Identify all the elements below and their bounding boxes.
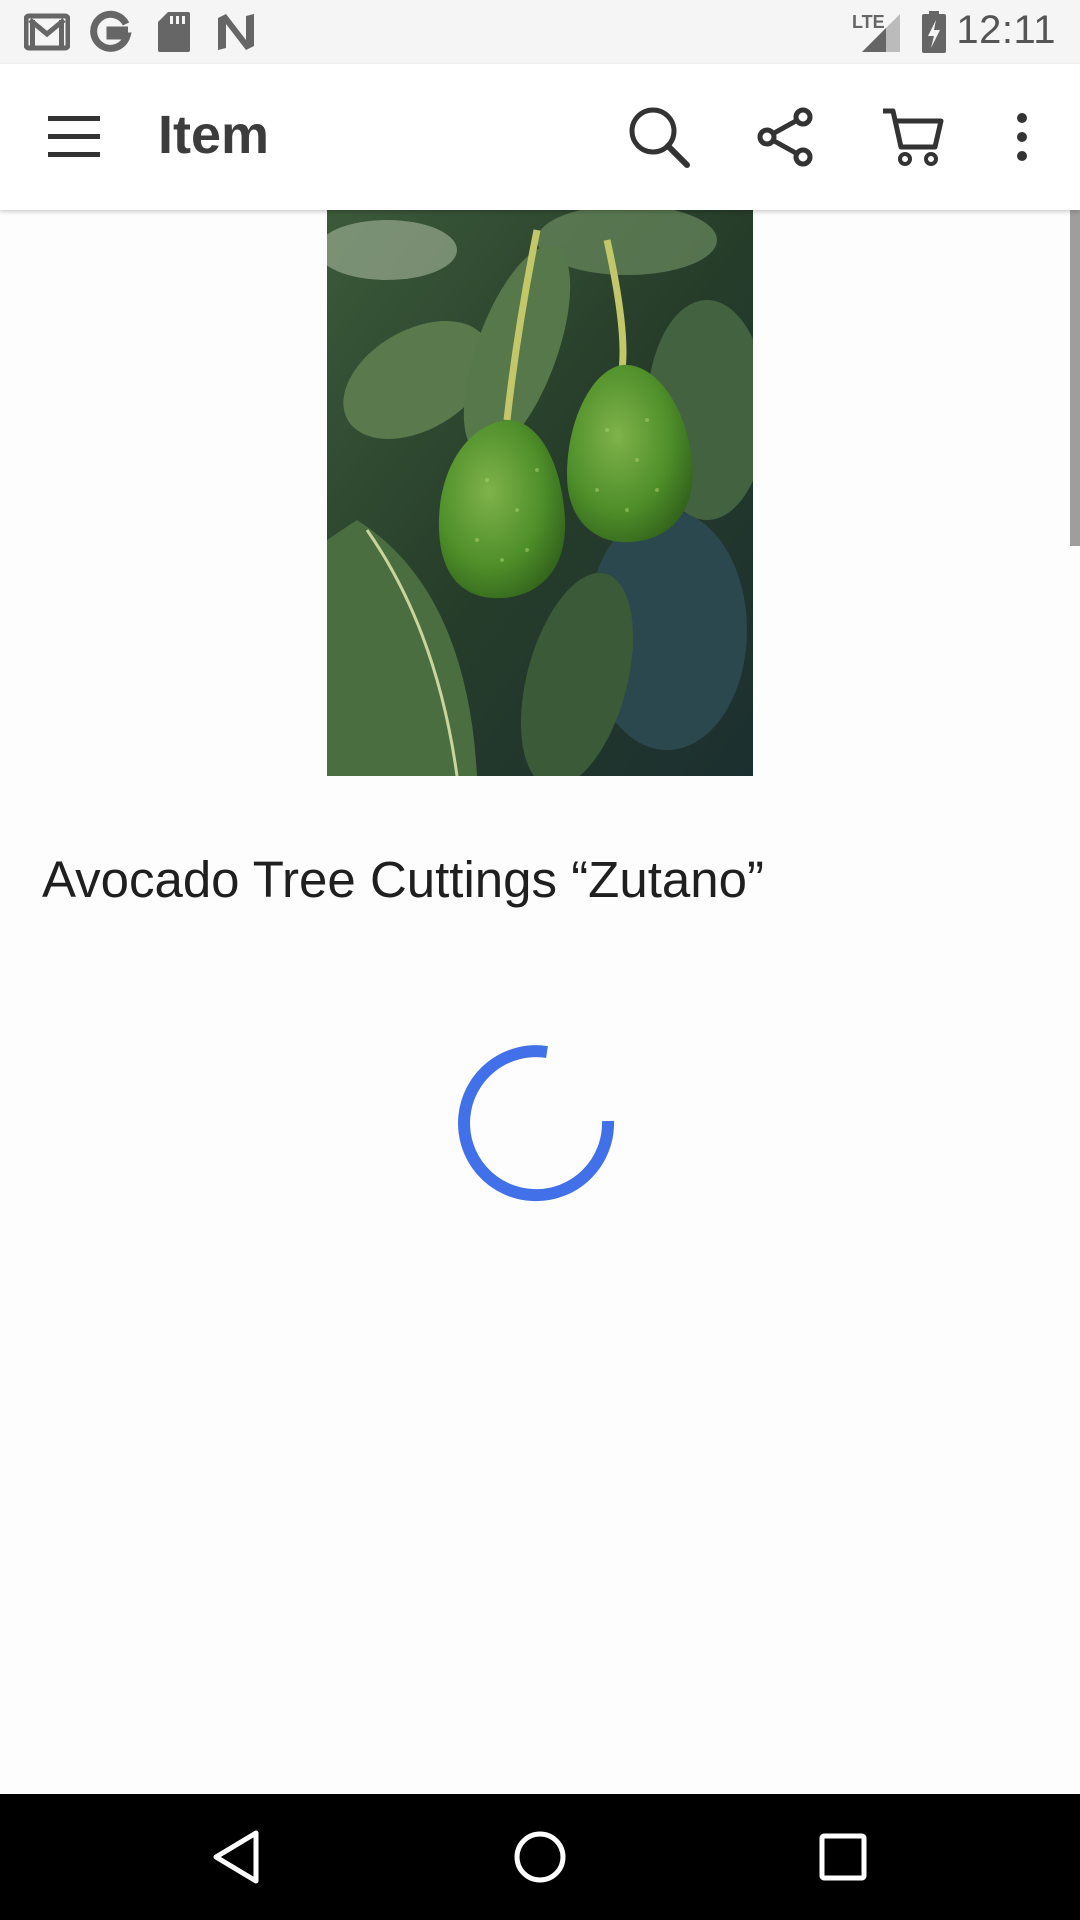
- search-icon: [629, 107, 690, 168]
- recents-icon: [819, 1833, 867, 1881]
- share-icon: [757, 107, 813, 167]
- cell-signal-icon: [862, 14, 900, 52]
- app-bar: Item: [0, 64, 1080, 210]
- google-icon: [90, 10, 132, 52]
- share-button[interactable]: [747, 99, 823, 175]
- cart-button[interactable]: [875, 99, 951, 175]
- product-image[interactable]: [327, 210, 753, 776]
- n-app-icon: [218, 14, 254, 50]
- cart-icon: [883, 108, 944, 166]
- screen: LTE 12:11 Item Avocado Tree Cuttings “Zu…: [0, 0, 1080, 1920]
- more-options-button[interactable]: [984, 99, 1060, 175]
- more-vert-icon: [1017, 113, 1027, 161]
- back-button[interactable]: [196, 1817, 276, 1897]
- item-content: Avocado Tree Cuttings “Zutano”: [0, 210, 1080, 1794]
- home-icon: [514, 1831, 566, 1883]
- page-title: Item: [158, 105, 270, 165]
- recents-button[interactable]: [803, 1817, 883, 1897]
- battery-charging-icon: [922, 11, 946, 53]
- status-bar: LTE 12:11: [0, 0, 1080, 64]
- search-button[interactable]: [621, 99, 697, 175]
- scrollbar[interactable]: [1070, 210, 1080, 546]
- avocado-photo: [327, 210, 753, 776]
- loading-spinner: [458, 1045, 615, 1202]
- system-nav-bar: [0, 1794, 1080, 1920]
- status-time: 12:11: [956, 8, 1056, 52]
- menu-button[interactable]: [36, 99, 112, 175]
- sd-card-icon: [158, 12, 190, 52]
- product-title: Avocado Tree Cuttings “Zutano”: [42, 851, 764, 908]
- home-button[interactable]: [500, 1817, 580, 1897]
- gmail-icon: [24, 13, 70, 51]
- menu-icon: [48, 116, 100, 157]
- back-icon: [213, 1830, 259, 1884]
